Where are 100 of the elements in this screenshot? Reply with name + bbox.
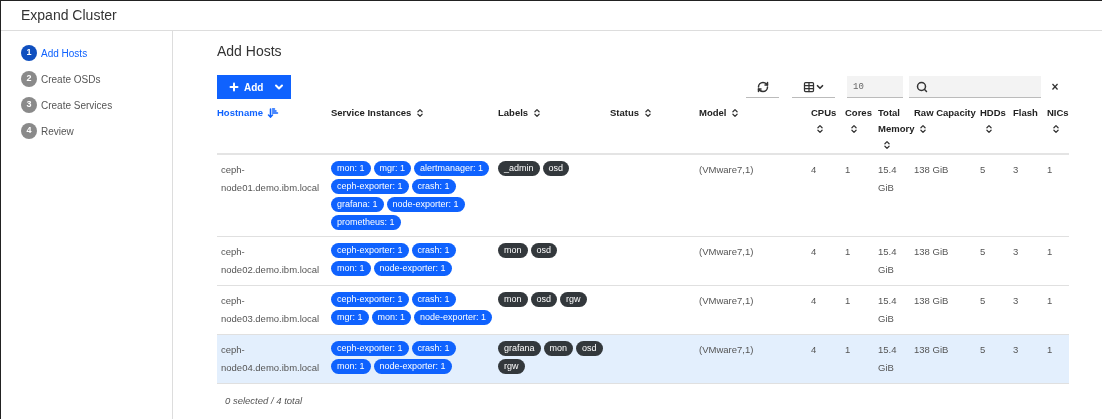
sort-icon[interactable]: [849, 124, 859, 135]
service-tag: ceph-exporter: 1: [331, 292, 409, 307]
step-number: 1: [21, 45, 37, 61]
sort-icon[interactable]: [882, 140, 892, 151]
label-tag: rgw: [498, 359, 525, 374]
step-number: 4: [21, 123, 37, 139]
add-button[interactable]: Add: [217, 75, 291, 99]
table-cell-text: (VMware7,1): [699, 245, 755, 259]
table-cell-text: 1: [845, 294, 852, 308]
sort-icon[interactable]: [643, 108, 654, 119]
table-cell-text: 5: [980, 245, 987, 259]
sort-icon[interactable]: [1051, 124, 1061, 135]
table-cell-text: 15.4 GiB: [878, 163, 898, 195]
table-cell-text: (VMware7,1): [699, 343, 755, 357]
column-header[interactable]: Hostname: [217, 105, 263, 121]
service-tag: ceph-exporter: 1: [331, 341, 409, 356]
column-header[interactable]: Labels: [498, 105, 529, 121]
label-tag: rgw: [560, 292, 587, 307]
table-cell-text: 4: [811, 163, 818, 177]
service-tag: prometheus: 1: [331, 215, 401, 230]
table-cell-text: 1: [1047, 163, 1054, 177]
step-label[interactable]: Add Hosts: [41, 45, 88, 61]
step-label[interactable]: Review: [41, 123, 74, 139]
label-tag: osd: [530, 243, 558, 258]
column-header[interactable]: Model: [699, 105, 727, 121]
table-cell-text: 5: [980, 294, 987, 308]
step-label[interactable]: Create Services: [41, 97, 113, 113]
column-header[interactable]: NICs: [1047, 105, 1069, 121]
service-tag: mgr: 1: [373, 161, 412, 176]
service-tag: alertmanager: 1: [414, 161, 490, 176]
table-cell-text: 4: [811, 245, 818, 259]
table-cell-text: 3: [1013, 343, 1020, 357]
service-tag: crash: 1: [411, 292, 456, 307]
table-cell-text: 4: [811, 343, 818, 357]
table-cell-text: 1: [1047, 294, 1054, 308]
table-cell-text: 1: [1047, 343, 1054, 357]
sort-icon[interactable]: [984, 124, 994, 135]
sort-icon[interactable]: [730, 108, 741, 119]
service-tag: ceph-exporter: 1: [331, 243, 409, 258]
service-tag: crash: 1: [411, 341, 456, 356]
table-cell-text: 138 GiB: [914, 245, 950, 259]
table-cell-text: 138 GiB: [914, 343, 950, 357]
column-header[interactable]: Flash: [1013, 105, 1038, 121]
step-label[interactable]: Create OSDs: [41, 71, 101, 87]
label-tag: mon: [543, 341, 574, 356]
plus-icon: [228, 81, 240, 93]
table-cell-text: ceph-node03.demo.ibm.local: [220, 294, 321, 326]
column-header[interactable]: Raw Capacity: [914, 105, 976, 121]
label-tag: grafana: [498, 341, 541, 356]
column-header[interactable]: CPUs: [811, 105, 837, 121]
table-cell-text: 1: [845, 245, 852, 259]
step-number: 2: [21, 71, 37, 87]
service-tag: node-exporter: 1: [373, 359, 452, 374]
service-tag: crash: 1: [411, 243, 456, 258]
refresh-icon: [756, 80, 769, 93]
label-tag: mon: [498, 243, 528, 258]
sort-icon[interactable]: [918, 124, 928, 135]
sort-icon[interactable]: [815, 124, 825, 135]
table-cell-text: 5: [980, 343, 987, 357]
sort-icon[interactable]: [532, 108, 543, 119]
column-header[interactable]: Total Memory: [878, 105, 915, 137]
table-cell-text: ceph-node01.demo.ibm.local: [220, 163, 321, 195]
service-tag: node-exporter: 1: [373, 261, 452, 276]
table-icon: [802, 80, 815, 93]
column-header[interactable]: Status: [610, 105, 640, 121]
table-cell-text: 3: [1013, 163, 1020, 177]
table-cell-text: ceph-node02.demo.ibm.local: [220, 245, 321, 277]
table-cell-text: 138 GiB: [914, 294, 950, 308]
page-size-field[interactable]: 10: [847, 76, 903, 98]
search-icon: [916, 80, 928, 93]
service-tag: mon: 1: [371, 310, 412, 325]
window-title: Expand Cluster: [1, 1, 1102, 31]
label-tag: osd: [542, 161, 570, 176]
table-cell-text: 1: [1047, 245, 1054, 259]
service-tag: ceph-exporter: 1: [331, 179, 409, 194]
table-row[interactable]: ceph-node04.demo.ibm.local ceph-exporter: 1 crash: 1 mon: 1 node-exporter: 1 grafana mon osd rgw (VMware7,1) 4 1 15.4 GiB 138 GiB 5 3 1: [217, 335, 1069, 384]
service-tag: mon: 1: [331, 161, 371, 176]
sort-icon[interactable]: [415, 108, 426, 119]
service-tag: grafana: 1: [331, 197, 384, 212]
table-cell-text: (VMware7,1): [699, 163, 755, 177]
step-number: 3: [21, 97, 37, 113]
table-cell-text: 138 GiB: [914, 163, 950, 177]
service-tag: node-exporter: 1: [386, 197, 465, 212]
selection-summary: 0 selected / 4 total: [224, 394, 304, 408]
page-heading: Add Hosts: [217, 42, 283, 61]
service-tag: crash: 1: [411, 179, 456, 194]
table-cell-text: 15.4 GiB: [878, 343, 898, 375]
column-header[interactable]: HDDs: [980, 105, 1006, 121]
table-cell-text: 1: [845, 343, 852, 357]
label-tag: osd: [576, 341, 603, 356]
column-header[interactable]: Service Instances: [331, 105, 412, 121]
search-field[interactable]: ×: [909, 76, 1069, 98]
service-tag: mon: 1: [331, 261, 371, 276]
table-cell-text: 15.4 GiB: [878, 245, 898, 277]
sort-ascending-icon[interactable]: [266, 107, 279, 120]
label-tag: _admin: [498, 161, 540, 176]
clear-search-button[interactable]: ×: [1041, 75, 1069, 98]
column-header[interactable]: Cores: [845, 105, 872, 121]
label-tag: mon: [498, 292, 528, 307]
table-cell-text: 5: [980, 163, 987, 177]
